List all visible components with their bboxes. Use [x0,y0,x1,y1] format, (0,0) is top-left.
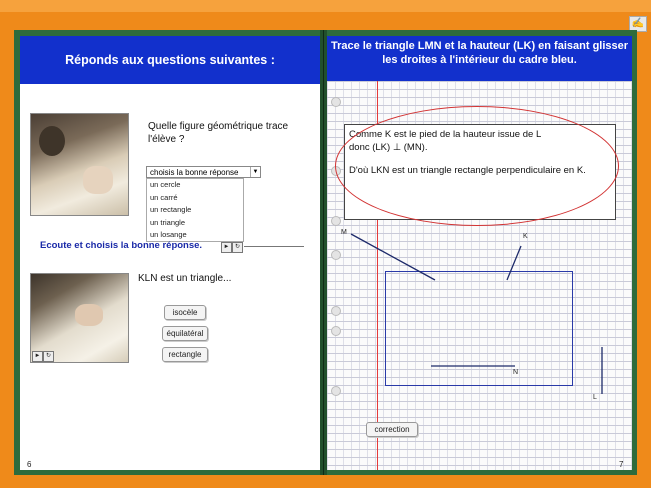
audio-progress-slider[interactable] [244,246,304,247]
label-k: K [523,233,528,240]
book-spine [320,30,327,475]
top-strip [0,0,651,12]
choice-equilateral-button[interactable]: équilatéral [162,326,208,341]
page-number: 7 [619,460,624,469]
replay-icon[interactable]: ↻ [232,242,243,253]
student-photo-2 [30,273,129,363]
left-page-header: Réponds aux questions suivantes : [20,36,320,84]
correction-button[interactable]: correction [366,422,418,437]
left-page: Réponds aux questions suivantes : Quelle… [20,36,320,470]
right-page: Trace le triangle LMN et la hauteur (LK)… [327,36,632,470]
line-m [350,233,436,281]
student-photo-1 [30,113,129,216]
drag-lines[interactable] [327,36,632,425]
listen-instruction: Ecoute et choisis la bonne réponse. [40,240,203,251]
line-k [506,245,522,281]
play-icon[interactable]: ► [221,242,232,253]
chevron-down-icon[interactable]: ▼ [250,167,260,177]
play-icon[interactable]: ► [32,351,43,362]
book: Réponds aux questions suivantes : Quelle… [14,30,637,475]
replay-icon[interactable]: ↻ [43,351,54,362]
option-item[interactable]: un carré [147,192,243,205]
question-1: Quelle figure géométrique trace l'élève … [148,121,289,145]
label-n: N [513,369,519,376]
option-item[interactable]: un rectangle [147,204,243,217]
choice-rectangle-button[interactable]: rectangle [162,347,208,362]
label-l: L [593,394,597,401]
choice-isocele-button[interactable]: isocèle [164,305,206,320]
answer-dropdown[interactable]: choisis la bonne réponse ▼ [146,166,261,178]
page-number: 6 [27,460,32,469]
question-2: KLN est un triangle... [138,273,232,284]
answer-dropdown-value: choisis la bonne réponse [150,168,239,177]
option-item[interactable]: un triangle [147,217,243,230]
option-item[interactable]: un cercle [147,179,243,192]
answer-options-list[interactable]: un cercle un carré un rectangle un trian… [146,178,244,242]
label-m: M [341,229,347,236]
